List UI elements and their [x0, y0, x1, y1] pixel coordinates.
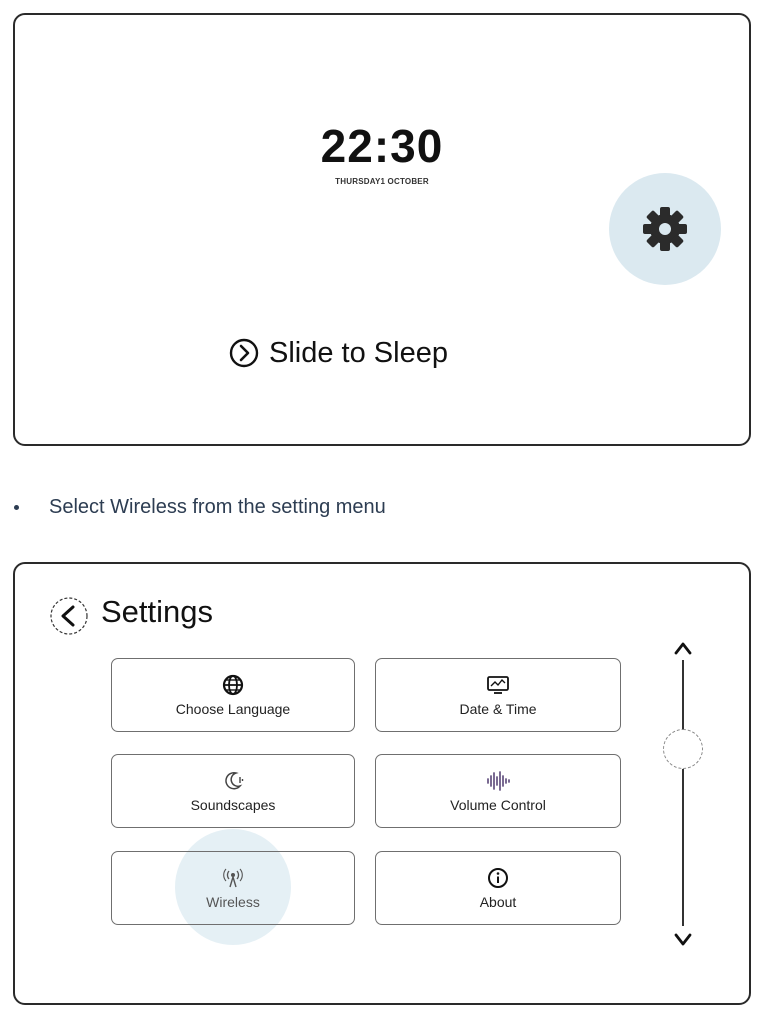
chevron-down-icon[interactable] [671, 930, 695, 950]
tile-choose-language[interactable]: Choose Language [111, 658, 355, 732]
info-icon [488, 867, 508, 888]
moon-sound-icon [225, 771, 244, 789]
tile-date-time[interactable]: Date & Time [375, 658, 621, 732]
tile-about[interactable]: About [375, 851, 621, 925]
globe-icon [222, 674, 244, 695]
chevron-left-icon[interactable] [49, 596, 89, 636]
chevron-right-circle-icon [229, 338, 259, 368]
tile-label: Wireless [206, 893, 260, 910]
tile-label: Volume Control [450, 796, 546, 813]
tile-label: Choose Language [175, 700, 291, 717]
tile-soundscapes[interactable]: Soundscapes [111, 754, 355, 828]
slide-label: Slide to Sleep [269, 336, 448, 369]
home-screen: 22:30 THURSDAY1 OCTOBER Slide to Sleep [13, 13, 751, 446]
monitor-icon [487, 675, 509, 694]
slide-to-sleep[interactable]: Slide to Sleep [229, 333, 448, 373]
instruction-text: Select Wireless from the setting menu [49, 496, 386, 518]
gear-icon[interactable] [639, 203, 691, 255]
instruction-item: Select Wireless from the setting menu [14, 496, 386, 519]
antenna-icon [223, 868, 243, 887]
tile-wireless[interactable]: Wireless [111, 851, 355, 925]
scrollbar-track[interactable] [682, 660, 684, 926]
bullet-dot [14, 505, 19, 510]
page-title: Settings [101, 594, 214, 629]
tile-volume-control[interactable]: Volume Control [375, 754, 621, 828]
chevron-up-icon[interactable] [671, 638, 695, 658]
scrollbar-thumb[interactable] [663, 729, 703, 769]
clock-time: 22:30 [320, 120, 444, 172]
tile-label: Date & Time [459, 700, 537, 717]
settings-screen: Settings Choose Language Date & Time Sou… [13, 562, 751, 1005]
waveform-icon [487, 770, 510, 791]
tile-label: Soundscapes [190, 796, 276, 813]
tile-label: About [479, 893, 517, 910]
